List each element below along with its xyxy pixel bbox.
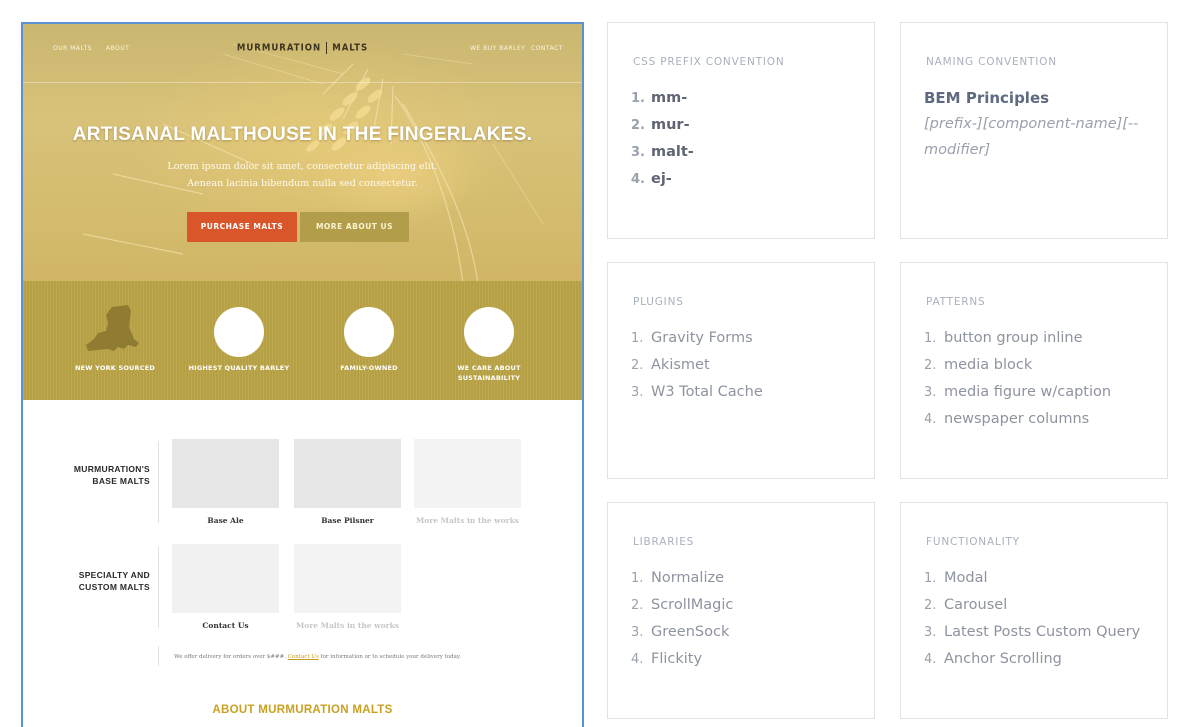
list-item: 4. ej-: [631, 171, 672, 187]
section-divider: [158, 646, 159, 666]
list-item: 3. Latest Posts Custom Query: [924, 624, 1141, 640]
list-item: 1. mm-: [631, 90, 688, 106]
panel-title: LIBRARIES: [633, 536, 695, 548]
list-item: 2. Carousel: [924, 597, 1008, 613]
bem-heading: BEM Principles: [924, 89, 1050, 107]
list-item: 1. Normalize: [631, 570, 725, 586]
panel-title: NAMING CONVENTION: [926, 56, 1057, 68]
list-item: 4. Anchor Scrolling: [924, 651, 1062, 667]
patterns-panel: PATTERNS 1. button group inline 2. media b…: [900, 262, 1168, 479]
list-item: 2. ScrollMagic: [631, 597, 734, 613]
nav-we-buy-barley[interactable]: WE BUY BARLEY: [470, 45, 525, 52]
delivery-note: We offer delivery for orders over $###. …: [174, 654, 462, 660]
feature-strip: NEW YORK SOURCED HIGHEST QUALITY BARLEY …: [23, 281, 582, 400]
feature-icon-placeholder: [344, 307, 394, 357]
about-heading: ABOUT MURMURATION MALTS: [212, 704, 393, 716]
css-prefix-panel: CSS PREFIX CONVENTION 1. mm- 2. mur- 3. mal…: [607, 22, 875, 239]
logo-word-1: MURMURATION: [236, 42, 322, 54]
list-item: 2. media block: [924, 357, 1033, 373]
bem-pattern: [prefix-][component-name][--modifier]: [924, 116, 1139, 158]
logo-divider: [326, 42, 328, 54]
malt-card-label[interactable]: Base Ale: [172, 516, 279, 525]
list-item: 2. Akismet: [631, 357, 710, 373]
panel-title: FUNCTIONALITY: [926, 536, 1020, 548]
hero-subtext-line-1: Lorem ipsum dolor sit amet, consectetur …: [167, 161, 438, 172]
nav-divider: [23, 82, 582, 83]
list-item: 4. Flickity: [631, 651, 703, 667]
malt-card-label[interactable]: Contact Us: [172, 621, 279, 630]
list-item: 3. malt-: [631, 144, 694, 160]
malt-card-placeholder: [294, 544, 401, 613]
list-item: 3. GreenSock: [631, 624, 730, 640]
malt-card-label: More Malts in the works: [416, 516, 519, 525]
nav-contact[interactable]: CONTACT: [531, 45, 563, 52]
naming-convention-panel: NAMING CONVENTION BEM Principles [prefix…: [900, 22, 1168, 239]
more-about-us-button[interactable]: MORE ABOUT US: [300, 212, 409, 242]
malt-card-label[interactable]: Base Pilsner: [294, 516, 401, 525]
section-divider: [158, 546, 159, 628]
list-item: 1. button group inline: [924, 330, 1083, 346]
functionality-panel: FUNCTIONALITY 1. Modal 2. Carousel 3. Lates…: [900, 502, 1168, 719]
feature-icon-placeholder: [464, 307, 514, 357]
specialty-malts-heading: SPECIALTY AND CUSTOM MALTS: [78, 570, 150, 592]
malt-card-image[interactable]: [294, 439, 401, 508]
feature-icon-placeholder: [214, 307, 264, 357]
css-prefix-list: 1. mm- 2. mur- 3. malt- 4. ej-: [631, 85, 694, 193]
feature-label-sustainability: WE CARE ABOUT SUSTAINABILITY: [457, 364, 521, 382]
plugins-list: 1. Gravity Forms 2. Akismet 3. W3 Total Cac…: [631, 325, 763, 406]
malt-card-label: More Malts in the works: [296, 621, 399, 630]
list-item: 4. newspaper columns: [924, 411, 1090, 427]
feature-label-family-owned: FAMILY-OWNED: [340, 364, 398, 372]
section-divider: [158, 441, 159, 523]
hero-section: OUR MALTS ABOUT MURMURATION MALTS WE BUY …: [23, 24, 582, 400]
functionality-list: 1. Modal 2. Carousel 3. Latest Posts Custom…: [924, 565, 1140, 673]
panel-title: PLUGINS: [633, 296, 684, 308]
feature-label-ny-sourced: NEW YORK SOURCED: [75, 364, 155, 372]
list-item: 2. mur-: [631, 117, 690, 133]
logo-word-2: MALTS: [332, 42, 369, 54]
purchase-malts-button[interactable]: PURCHASE MALTS: [187, 212, 297, 242]
feature-label-quality-barley: HIGHEST QUALITY BARLEY: [188, 364, 290, 372]
list-item: 3. W3 Total Cache: [631, 384, 763, 400]
new-york-state-icon: [86, 305, 139, 351]
hero-headline: ARTISANAL MALTHOUSE IN THE FINGERLAKES.: [72, 124, 533, 145]
malt-card-image[interactable]: [172, 439, 279, 508]
libraries-panel: LIBRARIES 1. Normalize 2. ScrollMagic 3. Gr…: [607, 502, 875, 719]
libraries-list: 1. Normalize 2. ScrollMagic 3. GreenSock 4.…: [631, 565, 733, 673]
malt-card-placeholder: [414, 439, 521, 508]
list-item: 1. Modal: [924, 570, 988, 586]
panel-title: PATTERNS: [926, 296, 986, 308]
list-item: 1. Gravity Forms: [631, 330, 753, 346]
patterns-list: 1. button group inline 2. media block 3. me…: [924, 325, 1111, 433]
plugins-panel: PLUGINS 1. Gravity Forms 2. Akismet 3. W3 T…: [607, 262, 875, 479]
contact-us-link[interactable]: Contact Us: [288, 654, 319, 660]
base-malts-heading: MURMURATION'S BASE MALTS: [73, 464, 150, 486]
website-mockup: OUR MALTS ABOUT MURMURATION MALTS WE BUY …: [21, 22, 584, 727]
panel-title: CSS PREFIX CONVENTION: [633, 56, 785, 68]
hero-subtext-line-2: Aenean lacinia bibendum nulla sed consec…: [187, 178, 418, 189]
malt-card-image[interactable]: [172, 544, 279, 613]
list-item: 3. media figure w/caption: [924, 384, 1112, 400]
